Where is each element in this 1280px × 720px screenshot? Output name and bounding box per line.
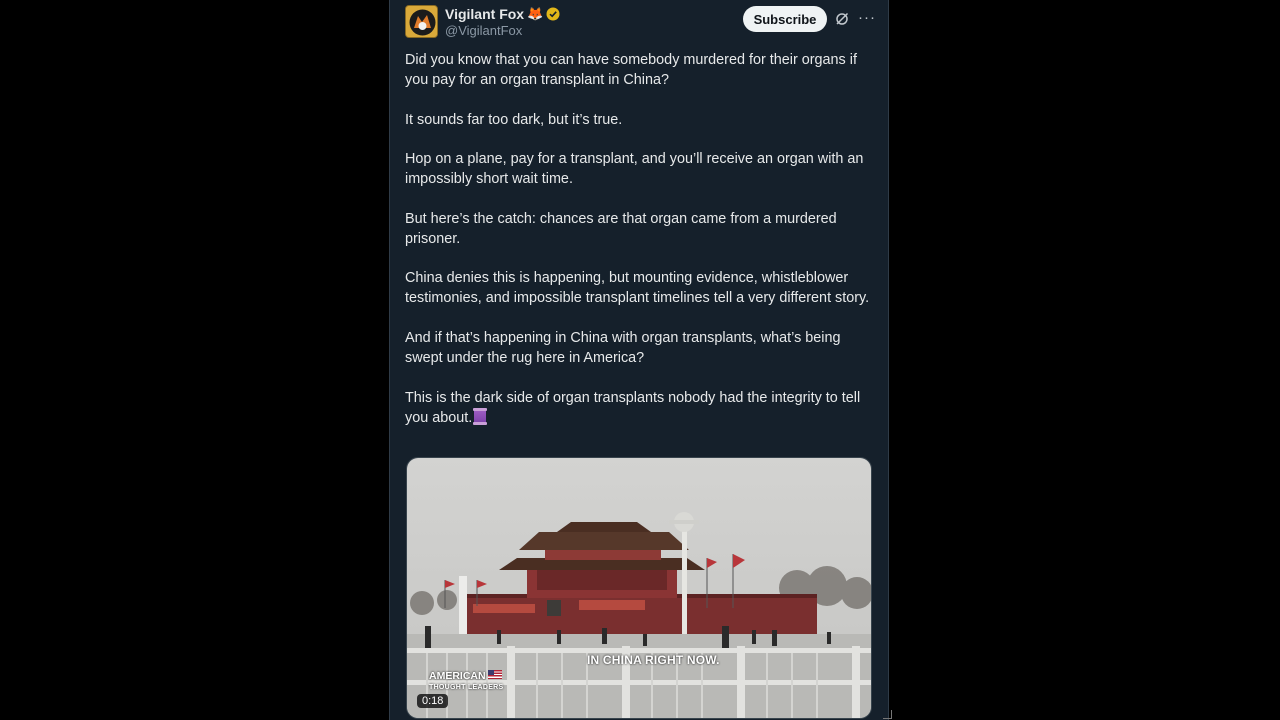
subscribe-button[interactable]: Subscribe — [743, 6, 827, 32]
post-paragraph-last: This is the dark side of organ transplan… — [405, 388, 875, 428]
post-paragraph: Did you know that you can have somebody … — [405, 52, 857, 88]
post-paragraph: But here’s the catch: chances are that o… — [405, 210, 837, 247]
gate-banner-right — [579, 600, 645, 610]
post-header: Vigilant Fox 🦊 @VigilantFox Subscribe ··… — [405, 5, 876, 43]
resize-handle[interactable] — [883, 710, 892, 719]
brand-line1: AMERICAN — [429, 670, 486, 682]
more-options-icon[interactable]: ··· — [858, 10, 876, 25]
brand-watermark: AMERICAN THOUGHT LEADERS — [429, 670, 504, 693]
author-handle[interactable]: @VigilantFox — [445, 23, 522, 38]
post-panel: Vigilant Fox 🦊 @VigilantFox Subscribe ··… — [389, 0, 889, 720]
video-caption: IN CHINA RIGHT NOW. — [587, 653, 720, 667]
author-emoji: 🦊 — [527, 6, 544, 21]
us-flag-icon — [487, 670, 502, 679]
video-duration: 0:18 — [417, 694, 449, 708]
post-paragraph: China denies this is happening, but moun… — [405, 270, 870, 307]
author-name-row[interactable]: Vigilant Fox 🦊 — [445, 6, 560, 22]
post-paragraph: Hop on a plane, pay for a transplant, an… — [405, 151, 864, 188]
post-paragraph: It sounds far too dark, but it’s true. — [405, 111, 623, 128]
verified-badge-icon — [546, 7, 560, 21]
gate-banner-left — [473, 604, 535, 613]
author-name[interactable]: Vigilant Fox — [445, 6, 524, 22]
avatar[interactable] — [405, 5, 438, 38]
thread-spool-icon — [473, 407, 488, 425]
grok-icon[interactable] — [835, 12, 849, 26]
fox-logo-icon — [406, 6, 437, 37]
brand-line2: THOUGHT LEADERS — [429, 684, 504, 691]
post-paragraph: And if that’s happening in China with or… — [405, 329, 841, 366]
post-text: Did you know that you can have somebody … — [405, 50, 875, 447]
video-player[interactable]: IN CHINA RIGHT NOW. AMERICAN THOUGHT LEA… — [406, 457, 872, 719]
